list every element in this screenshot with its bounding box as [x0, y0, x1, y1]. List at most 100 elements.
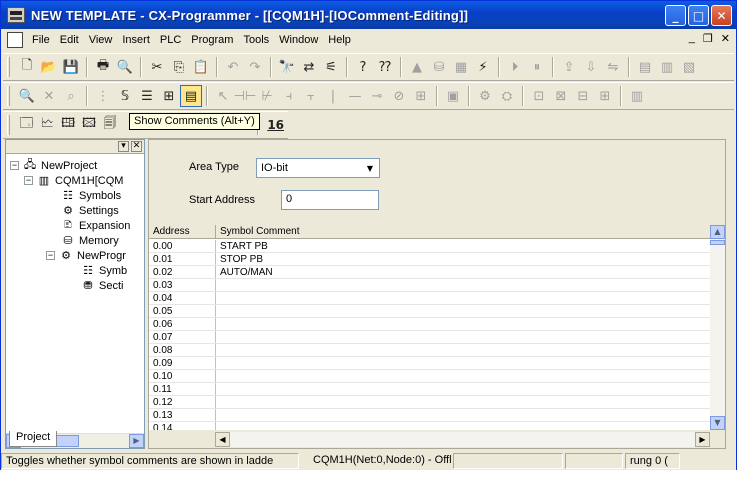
- toolbar-grip[interactable]: [7, 57, 10, 77]
- grid-horizontal-scrollbar[interactable]: ◀ ▶: [215, 432, 710, 447]
- toolbar-grip[interactable]: [7, 86, 10, 106]
- comment-cell[interactable]: [216, 292, 711, 304]
- comment-cell[interactable]: [216, 344, 711, 356]
- table-row[interactable]: 0.11: [149, 383, 711, 396]
- address-cell[interactable]: 0.07: [149, 331, 216, 343]
- table-row[interactable]: 0.12: [149, 396, 711, 409]
- table-row[interactable]: 0.01 STOP PB: [149, 253, 711, 266]
- properties-icon[interactable]: 🗐: [100, 114, 121, 136]
- comment-cell[interactable]: [216, 357, 711, 369]
- output-window-icon[interactable]: 🗠: [37, 114, 58, 136]
- or-contact-no-icon[interactable]: ⫞: [278, 85, 300, 107]
- address-cell[interactable]: 0.09: [149, 357, 216, 369]
- monitor-icon[interactable]: ⛁: [428, 56, 450, 78]
- tree-item-program[interactable]: − ⚙ NewProgr: [46, 248, 126, 263]
- watch-window-icon[interactable]: 🖽: [58, 114, 79, 136]
- comment-cell[interactable]: AUTO/MAN: [216, 266, 711, 278]
- select-mode-icon[interactable]: ↖: [212, 85, 234, 107]
- new-icon[interactable]: 🗋: [16, 56, 38, 78]
- vertical-line-icon[interactable]: |: [322, 85, 344, 107]
- comment-cell[interactable]: [216, 409, 711, 421]
- table-row[interactable]: 0.08: [149, 344, 711, 357]
- tree-item-plc[interactable]: − ▥ CQM1H[CQM: [24, 173, 123, 188]
- save-icon[interactable]: 💾: [60, 56, 82, 78]
- grid-vertical-scrollbar[interactable]: ▲ ▼: [710, 225, 725, 430]
- edit-mode-icon[interactable]: ⊟: [572, 85, 594, 107]
- comment-cell[interactable]: [216, 279, 711, 291]
- horizontal-line-icon[interactable]: —: [344, 85, 366, 107]
- menu-window[interactable]: Window: [274, 34, 323, 46]
- run-icon[interactable]: ⏵: [504, 56, 526, 78]
- table-row[interactable]: 0.14: [149, 422, 711, 430]
- close-button[interactable]: ✕: [711, 5, 732, 26]
- contact-nc-icon[interactable]: ⊬: [256, 85, 278, 107]
- table-row[interactable]: 0.05: [149, 305, 711, 318]
- comment-cell[interactable]: [216, 396, 711, 408]
- address-display-button[interactable]: 16: [263, 114, 288, 136]
- project-window-icon[interactable]: 🗔: [16, 114, 37, 136]
- transfer-to-plc-icon[interactable]: ⇪: [558, 56, 580, 78]
- tree-item-program-symbols[interactable]: ☷ Symb: [80, 263, 127, 278]
- transfer-from-plc-icon[interactable]: ⇩: [580, 56, 602, 78]
- or-contact-nc-icon[interactable]: ⫟: [300, 85, 322, 107]
- go-online-icon[interactable]: ⚡: [472, 56, 494, 78]
- tree-item-symbols[interactable]: ☷ Symbols: [60, 188, 121, 203]
- address-cell[interactable]: 0.12: [149, 396, 216, 408]
- comment-cell[interactable]: [216, 331, 711, 343]
- pane-pin-button[interactable]: ▾: [118, 141, 129, 152]
- address-cell[interactable]: 0.04: [149, 292, 216, 304]
- contact-no-icon[interactable]: ⊣⊢: [234, 85, 257, 107]
- scroll-down-icon[interactable]: ▼: [710, 416, 725, 430]
- zoom-fit-icon[interactable]: ⌕: [60, 85, 82, 107]
- column-header-address[interactable]: Address: [149, 225, 216, 238]
- undo-icon[interactable]: ↶: [222, 56, 244, 78]
- instruction-icon[interactable]: ⊞: [410, 85, 432, 107]
- menu-plc[interactable]: PLC: [155, 34, 186, 46]
- area-type-select[interactable]: IO-bit ▼: [256, 158, 380, 178]
- menu-file[interactable]: File: [27, 34, 55, 46]
- column-header-comment[interactable]: Symbol Comment: [216, 225, 711, 238]
- list-view-icon[interactable]: ☰: [136, 85, 158, 107]
- print-icon[interactable]: 🖶: [92, 56, 114, 78]
- open-icon[interactable]: 📂: [38, 56, 60, 78]
- context-help-icon[interactable]: ⁇: [374, 56, 396, 78]
- replace-icon[interactable]: ⇄: [298, 56, 320, 78]
- menu-edit[interactable]: Edit: [55, 34, 84, 46]
- address-cell[interactable]: 0.06: [149, 318, 216, 330]
- collapse-icon[interactable]: −: [24, 176, 33, 185]
- zoom-in-icon[interactable]: 🔍: [16, 85, 38, 107]
- scroll-thumb[interactable]: [710, 240, 725, 245]
- redo-icon[interactable]: ↷: [244, 56, 266, 78]
- warning-icon[interactable]: ▲: [406, 56, 428, 78]
- coil-no-icon[interactable]: ⊸: [366, 85, 388, 107]
- address-cell[interactable]: 0.05: [149, 305, 216, 317]
- mdi-restore-button[interactable]: ❐: [703, 32, 713, 45]
- menu-tools[interactable]: Tools: [238, 34, 274, 46]
- address-cell[interactable]: 0.14: [149, 422, 216, 430]
- address-cell[interactable]: 0.11: [149, 383, 216, 395]
- copy-icon[interactable]: ⎘: [168, 56, 190, 78]
- setup-icon[interactable]: ▧: [678, 56, 700, 78]
- scroll-up-icon[interactable]: ▲: [710, 225, 725, 239]
- force-on-icon[interactable]: ⚙: [474, 85, 496, 107]
- minimize-button[interactable]: _: [665, 5, 686, 26]
- comment-cell[interactable]: [216, 305, 711, 317]
- document-icon[interactable]: [7, 32, 23, 48]
- table-row[interactable]: 0.13: [149, 409, 711, 422]
- table-row[interactable]: 0.03: [149, 279, 711, 292]
- table-view-icon[interactable]: ⊞: [158, 85, 180, 107]
- stop-icon[interactable]: ⏸: [526, 56, 548, 78]
- maximize-button[interactable]: □: [688, 5, 709, 26]
- collapse-icon[interactable]: −: [46, 251, 55, 260]
- cancel-force-icon[interactable]: ⊠: [550, 85, 572, 107]
- show-symbols-icon[interactable]: 𝕊: [114, 85, 136, 107]
- chevron-down-icon[interactable]: ▼: [362, 160, 378, 176]
- comment-cell[interactable]: [216, 318, 711, 330]
- mdi-minimize-button[interactable]: _: [689, 32, 695, 45]
- print-preview-icon[interactable]: 🔍: [114, 56, 136, 78]
- pane-close-button[interactable]: ✕: [131, 141, 142, 152]
- menu-view[interactable]: View: [84, 34, 118, 46]
- title-bar[interactable]: NEW TEMPLATE - CX-Programmer - [[CQM1H]-…: [1, 1, 736, 29]
- start-address-input[interactable]: 0: [281, 190, 379, 210]
- address-cell[interactable]: 0.08: [149, 344, 216, 356]
